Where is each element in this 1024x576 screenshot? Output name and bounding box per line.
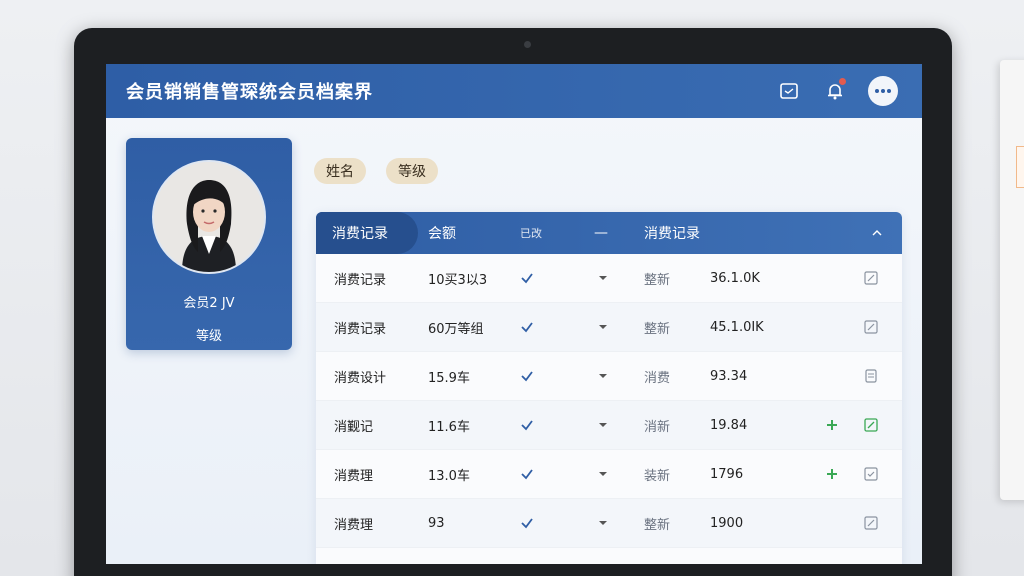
table-row[interactable]: 消费运 13.6车 消新 13.64 — [316, 548, 902, 564]
edit-icon[interactable] — [864, 254, 878, 302]
camera — [524, 41, 531, 48]
app-title: 会员销销售管琛统会员档案界 — [126, 82, 373, 103]
check-icon[interactable] — [520, 499, 534, 547]
doc-icon[interactable] — [864, 352, 878, 400]
dropdown-icon[interactable] — [598, 499, 608, 547]
bell-icon[interactable] — [824, 78, 846, 102]
table-header: 消费记录 会额 已改 — 消费记录 — [316, 212, 902, 254]
check-icon[interactable] — [520, 303, 534, 351]
laptop-bezel: 会员销销售管琛统会员档案界 会员2 JV 等级 姓名 等级 消费记录 会额 已改… — [74, 28, 952, 576]
table-row[interactable]: 消费理 93 整新 1900 — [316, 499, 902, 548]
cell-status: 消新 — [644, 419, 671, 435]
more-button[interactable] — [868, 76, 898, 106]
cell-value: 45.1.0IK — [710, 319, 764, 335]
collapse-icon[interactable] — [872, 212, 882, 254]
table-row[interactable]: 消费记录 60万等组 整新 45.1.0IK — [316, 303, 902, 352]
notification-dot — [839, 78, 846, 85]
cell-amount: 11.6车 — [428, 419, 470, 435]
check-box-icon[interactable] — [864, 450, 878, 498]
chip-level[interactable]: 等级 — [386, 158, 438, 184]
more-dots-icon — [875, 89, 891, 93]
header-actions — [754, 76, 898, 106]
profile-level: 等级 — [195, 329, 222, 344]
plus-icon[interactable] — [826, 548, 838, 564]
header-changed: 已改 — [520, 227, 542, 240]
dropdown-icon[interactable] — [598, 303, 608, 351]
check-icon[interactable] — [520, 548, 534, 564]
cell-amount: 60万等组 — [428, 321, 484, 337]
cell-record: 消费理 — [334, 517, 374, 533]
plus-icon[interactable] — [826, 401, 838, 449]
cell-status: 消新 — [644, 548, 670, 564]
header-dash: — — [594, 225, 608, 241]
check-icon[interactable] — [520, 254, 534, 302]
check-icon[interactable] — [520, 352, 534, 400]
plus-icon[interactable] — [826, 450, 838, 498]
cell-status: 整新 — [644, 517, 671, 533]
cell-value: 93.34 — [710, 368, 748, 384]
check-icon[interactable] — [520, 401, 534, 449]
table-row[interactable]: 消费设计 15.9车 消费 93.34 — [316, 352, 902, 401]
paper-tab — [1016, 146, 1024, 188]
table-row[interactable]: 消觐记 11.6车 消新 19.84 — [316, 401, 902, 450]
dropdown-icon[interactable] — [598, 352, 608, 400]
avatar — [152, 160, 266, 274]
cell-status: 消费 — [644, 370, 671, 386]
filter-chips: 姓名 等级 — [314, 158, 458, 184]
profile-card: 会员2 JV 等级 — [126, 138, 292, 350]
cell-record: 消费理 — [334, 468, 374, 484]
cell-amount: 10买3以3 — [428, 272, 488, 288]
cell-record: 消费设计 — [334, 370, 387, 386]
cell-amount: 15.9车 — [428, 370, 470, 386]
cell-record: 消费运 — [334, 548, 373, 564]
side-paper — [1000, 60, 1024, 500]
cell-value: 13.64 — [710, 548, 747, 564]
dropdown-icon[interactable] — [598, 548, 608, 564]
screen: 会员销销售管琛统会员档案界 会员2 JV 等级 姓名 等级 消费记录 会额 已改… — [106, 64, 922, 564]
cell-record: 消费记录 — [334, 321, 387, 337]
profile-name: 会员2 JV — [183, 296, 235, 311]
cell-value: 1796 — [710, 466, 744, 482]
table-row[interactable]: 消费理 13.0车 装新 1796 — [316, 450, 902, 499]
cell-value: 1900 — [710, 515, 744, 531]
table-row[interactable]: 消费记录 10买3以3 整新 36.1.0K — [316, 254, 902, 303]
cell-record: 消费记录 — [334, 272, 387, 288]
cell-status: 整新 — [644, 321, 671, 337]
cell-status: 整新 — [644, 272, 671, 288]
dropdown-icon[interactable] — [598, 450, 608, 498]
cell-amount: 13.0车 — [428, 468, 470, 484]
chip-name[interactable]: 姓名 — [314, 158, 366, 184]
dropdown-icon[interactable] — [598, 254, 608, 302]
edit-green-icon[interactable] — [864, 401, 878, 449]
header-tab-records[interactable]: 消费记录 — [316, 212, 418, 254]
cell-amount: 93 — [428, 515, 445, 531]
check-icon[interactable] — [520, 450, 534, 498]
app-header: 会员销销售管琛统会员档案界 — [106, 64, 922, 118]
cell-amount: 13.6车 — [428, 548, 470, 564]
records-table: 消费记录 会额 已改 — 消费记录 消费记录 10买3以3 整新 36.1.0K… — [316, 212, 902, 564]
edit-icon[interactable] — [864, 303, 878, 351]
cell-value: 19.84 — [710, 417, 748, 433]
cell-value: 36.1.0K — [710, 270, 760, 286]
cell-status: 装新 — [644, 468, 671, 484]
header-amount: 会额 — [428, 226, 456, 242]
edit-icon[interactable] — [864, 499, 878, 547]
edit-green-icon[interactable] — [864, 548, 878, 564]
table-body: 消费记录 10买3以3 整新 36.1.0K 消费记录 60万等组 整新 45.… — [316, 254, 902, 564]
header-records-2: 消费记录 — [644, 226, 700, 242]
message-icon[interactable] — [778, 80, 800, 102]
dropdown-icon[interactable] — [598, 401, 608, 449]
cell-record: 消觐记 — [334, 419, 374, 435]
